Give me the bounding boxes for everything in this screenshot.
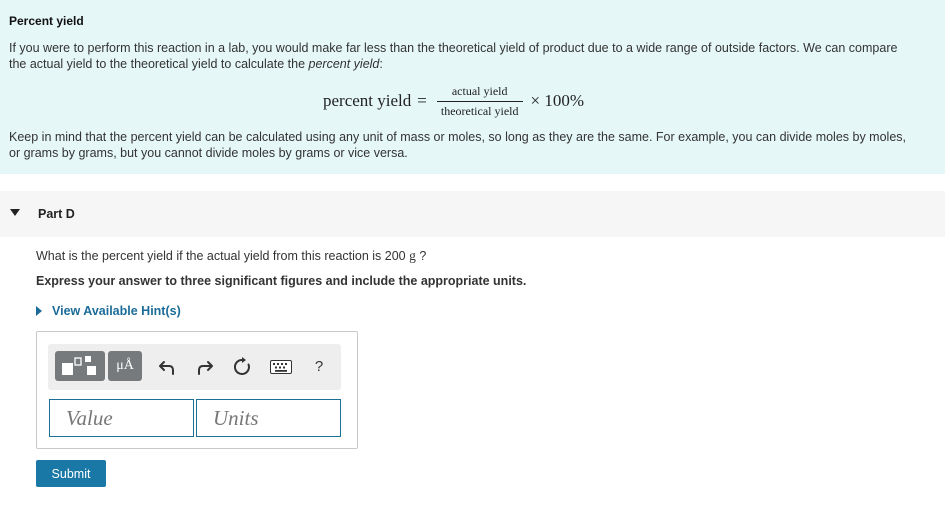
collapse-caret-icon[interactable] <box>10 209 20 216</box>
redo-icon <box>198 361 213 375</box>
part-label: Part D <box>38 207 75 221</box>
formula-rhs: × 100% <box>530 91 585 110</box>
question-text: What is the percent yield if the actual … <box>36 248 426 264</box>
answer-instruction: Express your answer to three significant… <box>36 274 527 288</box>
reset-icon <box>233 357 250 375</box>
units-icon: μÅ <box>116 358 134 373</box>
undo-button[interactable] <box>156 355 180 379</box>
intro-paragraph-end: : <box>379 57 383 71</box>
help-button[interactable]: ? <box>308 353 330 379</box>
formula-numerator: actual yield <box>451 83 508 98</box>
percent-yield-formula: percent yield = actual yield theoretical… <box>323 83 584 119</box>
help-icon: ? <box>314 357 324 375</box>
units-input[interactable] <box>196 399 341 437</box>
redo-button[interactable] <box>192 355 216 379</box>
value-input[interactable] <box>49 399 194 437</box>
formula-fraction: actual yield theoretical yield <box>436 83 523 119</box>
caret-right-icon <box>36 306 42 316</box>
intro-paragraph: If you were to perform this reaction in … <box>9 40 909 72</box>
reset-button[interactable] <box>230 355 254 379</box>
submit-button[interactable]: Submit <box>36 460 106 487</box>
intro-note: Keep in mind that the percent yield can … <box>9 130 907 160</box>
question-end: ? <box>415 249 427 263</box>
templates-button[interactable] <box>55 351 105 381</box>
part-header[interactable] <box>0 191 945 237</box>
keyboard-button[interactable] <box>268 355 294 379</box>
question-unit: g <box>409 248 416 263</box>
formula-denominator: theoretical yield <box>440 103 519 118</box>
undo-icon <box>159 361 174 375</box>
intro-title: Percent yield <box>9 14 84 28</box>
units-button[interactable]: μÅ <box>108 351 142 381</box>
intro-emphasis: percent yield <box>308 57 380 71</box>
question-main: What is the percent yield if the actual … <box>36 249 410 263</box>
formula-lhs: percent yield <box>323 91 412 110</box>
view-hints-label[interactable]: View Available Hint(s) <box>52 304 181 318</box>
keyboard-icon <box>270 360 292 374</box>
templates-icon <box>62 356 96 375</box>
formula-equals: = <box>417 91 427 110</box>
intro-panel: Percent yield If you were to perform thi… <box>0 0 945 174</box>
intro-paragraph-text: If you were to perform this reaction in … <box>9 41 898 71</box>
view-hints-link[interactable]: View Available Hint(s) <box>36 304 181 318</box>
